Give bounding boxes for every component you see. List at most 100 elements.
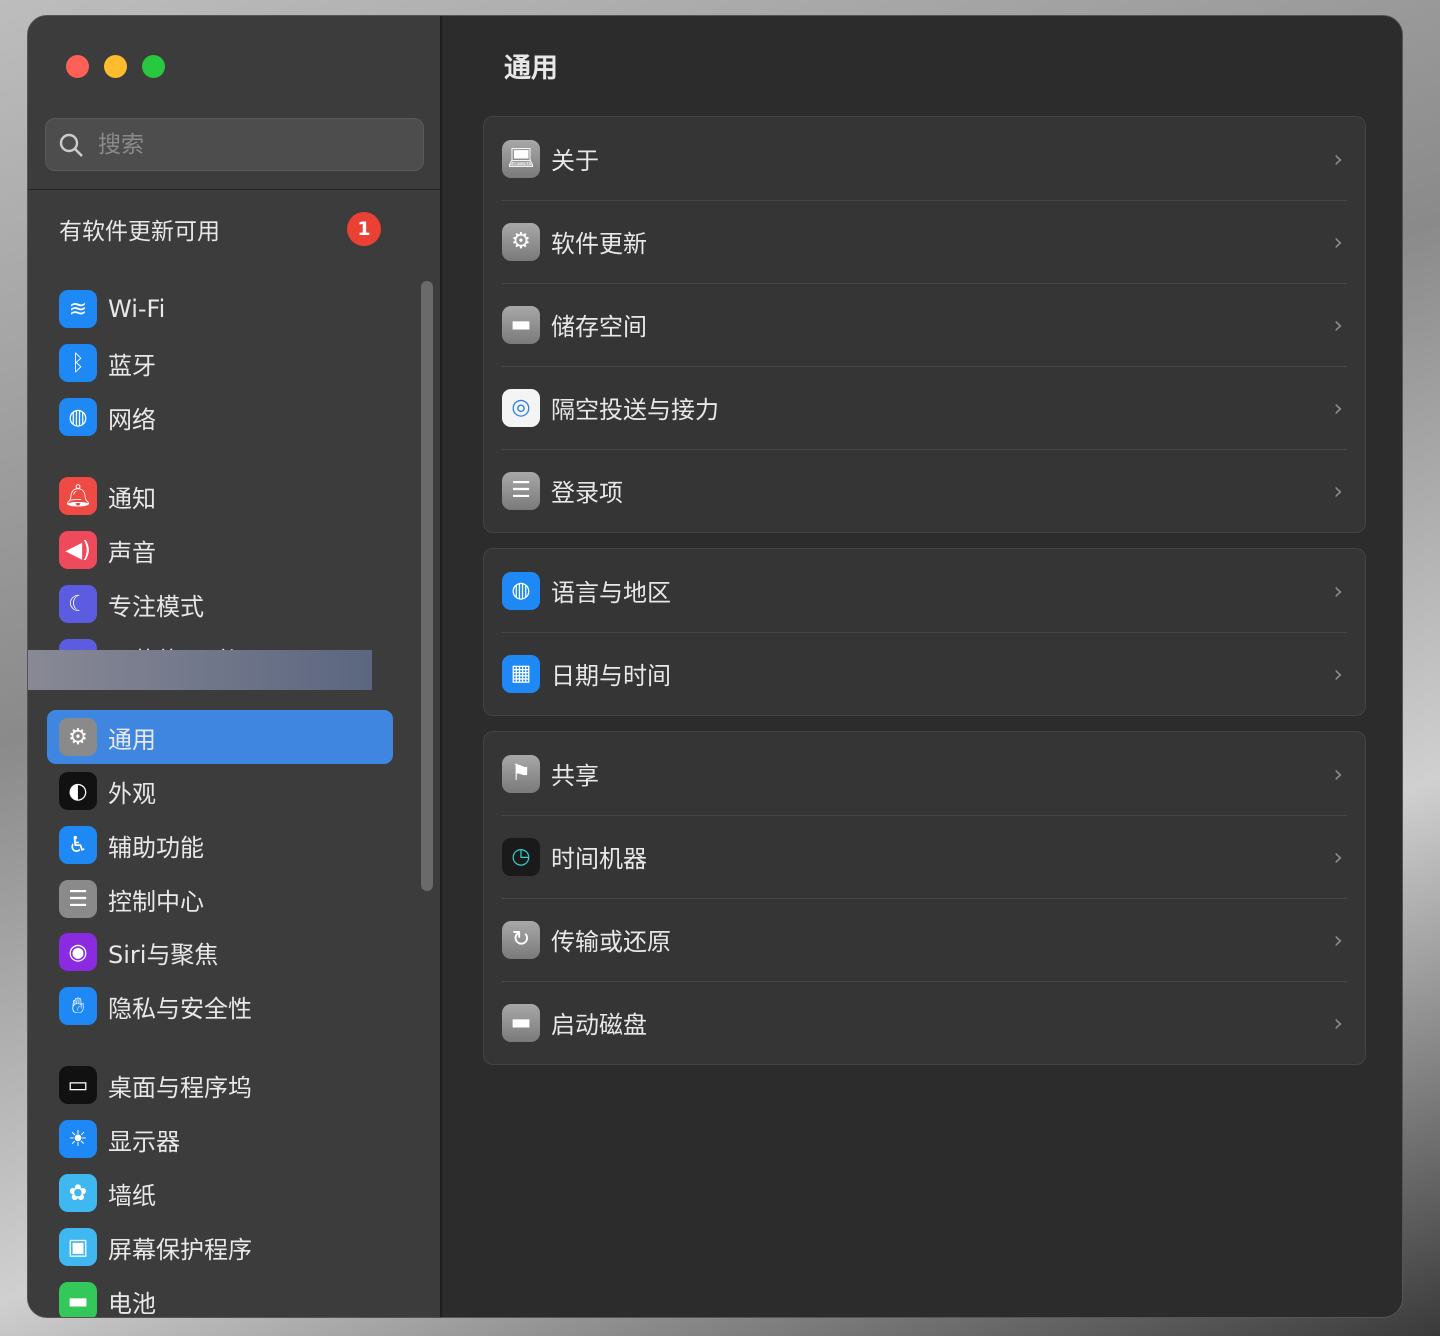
sidebar-item-label: 通知	[108, 479, 156, 514]
sidebar-item[interactable]: ≋ Wi-Fi	[47, 282, 393, 336]
sidebar-item-label: Wi-Fi	[108, 295, 165, 323]
sidebar-item[interactable]: ☾ 专注模式	[47, 577, 393, 631]
update-count-badge: 1	[347, 212, 381, 246]
sidebar-item[interactable]: ✿墙纸	[47, 1166, 393, 1220]
row-label: 时间机器	[551, 839, 647, 874]
obscured-overlay	[27, 650, 372, 690]
globe-icon: ◍	[59, 398, 97, 436]
sidebar-item-label: 显示器	[108, 1122, 180, 1157]
chevron-right-icon: ›	[1333, 477, 1343, 505]
software-update-banner[interactable]: 有软件更新可用 1	[59, 212, 381, 246]
chevron-right-icon: ›	[1333, 843, 1343, 871]
row-label: 隔空投送与接力	[551, 390, 719, 425]
update-label: 有软件更新可用	[59, 212, 220, 246]
sidebar-item[interactable]: ✋︎隐私与安全性	[47, 979, 393, 1033]
sidebar-item[interactable]: ▭桌面与程序坞	[47, 1058, 393, 1112]
minimize-button[interactable]	[104, 55, 127, 78]
row-label: 登录项	[551, 473, 623, 508]
screensaver-icon: ▣	[59, 1228, 97, 1266]
sidebar-item-label: 声音	[108, 533, 156, 568]
sidebar: 有软件更新可用 1 ≋Wi-Fiᛒ蓝牙◍网络🔔︎通知◀)声音☾专注模式⧗屏幕使用…	[28, 16, 442, 1317]
sidebar-item[interactable]: ▣ 屏幕保护程序	[47, 1220, 393, 1274]
speaker-icon: ◀)	[59, 531, 97, 569]
storage-icon: ▬	[502, 306, 540, 344]
restore-icon: ↻	[502, 921, 540, 959]
sidebar-item-label: 电池	[108, 1284, 156, 1319]
software-update-icon: ⚙	[502, 223, 540, 261]
search-input[interactable]	[98, 132, 398, 158]
row-label: 软件更新	[551, 224, 647, 259]
brightness-icon: ☀	[59, 1120, 97, 1158]
chevron-right-icon: ›	[1333, 760, 1343, 788]
sidebar-scrollbar[interactable]	[421, 281, 433, 891]
sidebar-item[interactable]: ᛒ蓝牙	[47, 336, 393, 390]
sidebar-item-label: 控制中心	[108, 882, 204, 917]
sidebar-item[interactable]: ◍ 网络	[47, 390, 393, 444]
sidebar-item[interactable]: ▬ 电池	[47, 1274, 393, 1318]
siri-icon: ◉	[59, 933, 97, 971]
settings-group: 💻︎关于›⚙软件更新›▬储存空间›◎隔空投送与接力›☰登录项›	[483, 116, 1366, 533]
moon-icon: ☾	[59, 585, 97, 623]
sidebar-item[interactable]: ⚙ 通用	[47, 710, 393, 764]
hand-icon: ✋︎	[59, 987, 97, 1025]
battery-icon: ▬	[59, 1282, 97, 1318]
sidebar-item-label: 辅助功能	[108, 828, 204, 863]
row-label: 关于	[551, 141, 599, 176]
sidebar-item[interactable]: 🔔︎ 通知	[47, 469, 393, 523]
settings-row[interactable]: ☰ 登录项 ›	[484, 449, 1365, 532]
list-icon: ☰	[502, 472, 540, 510]
chevron-right-icon: ›	[1333, 145, 1343, 173]
wifi-icon: ≋	[59, 290, 97, 328]
toggles-icon: ☰	[59, 880, 97, 918]
settings-row[interactable]: ◷ 时间机器 ›	[484, 815, 1365, 898]
laptop-icon: 💻︎	[502, 140, 540, 178]
bell-icon: 🔔︎	[59, 477, 97, 515]
chevron-right-icon: ›	[1333, 926, 1343, 954]
chevron-right-icon: ›	[1333, 394, 1343, 422]
startup-disk-icon: ▬	[502, 1004, 540, 1042]
sidebar-item[interactable]: ♿︎ 辅助功能	[47, 818, 393, 872]
sidebar-item[interactable]: ◐外观	[47, 764, 393, 818]
row-label: 语言与地区	[551, 573, 671, 608]
settings-row[interactable]: ⚙ 软件更新 ›	[484, 200, 1365, 283]
chevron-right-icon: ›	[1333, 660, 1343, 688]
sidebar-item[interactable]: ☰ 控制中心	[47, 872, 393, 926]
appearance-icon: ◐	[59, 772, 97, 810]
row-label: 共享	[551, 756, 599, 791]
search-icon	[58, 132, 84, 158]
divider	[28, 189, 442, 190]
close-button[interactable]	[66, 55, 89, 78]
sidebar-item-label: 蓝牙	[108, 346, 156, 381]
settings-row[interactable]: ▬储存空间›	[484, 283, 1365, 366]
settings-row[interactable]: 💻︎ 关于 ›	[484, 117, 1365, 200]
settings-row[interactable]: ▦日期与时间›	[484, 632, 1365, 715]
settings-row[interactable]: ↻传输或还原›	[484, 898, 1365, 981]
settings-window: 有软件更新可用 1 ≋Wi-Fiᛒ蓝牙◍网络🔔︎通知◀)声音☾专注模式⧗屏幕使用…	[27, 15, 1403, 1318]
accessibility-icon: ♿︎	[59, 826, 97, 864]
sidebar-item[interactable]: ◀) 声音	[47, 523, 393, 577]
sidebar-item[interactable]: ◉Siri与聚焦	[47, 925, 393, 979]
sidebar-item[interactable]: ☀ 显示器	[47, 1112, 393, 1166]
settings-row[interactable]: ▬启动磁盘›	[484, 981, 1365, 1064]
row-label: 日期与时间	[551, 656, 671, 691]
window-controls	[66, 55, 165, 78]
sidebar-item-label: 专注模式	[108, 587, 204, 622]
sidebar-item-label: 网络	[108, 400, 156, 435]
settings-row[interactable]: ◍ 语言与地区 ›	[484, 549, 1365, 632]
main-pane: 通用 💻︎关于›⚙软件更新›▬储存空间›◎隔空投送与接力›☰登录项›◍语言与地区…	[444, 16, 1402, 1317]
row-label: 启动磁盘	[551, 1005, 647, 1040]
time-machine-icon: ◷	[502, 838, 540, 876]
sidebar-item-label: 通用	[108, 720, 156, 755]
sidebar-item-label: 屏幕保护程序	[108, 1230, 252, 1265]
settings-group: ◍语言与地区›▦日期与时间›	[483, 548, 1366, 716]
globe-icon: ◍	[502, 572, 540, 610]
settings-row[interactable]: ⚑共享›	[484, 732, 1365, 815]
sidebar-item-label: 桌面与程序坞	[108, 1068, 252, 1103]
zoom-button[interactable]	[142, 55, 165, 78]
chevron-right-icon: ›	[1333, 228, 1343, 256]
search-field[interactable]	[45, 118, 424, 171]
gear-icon: ⚙	[59, 718, 97, 756]
sidebar-item-label: 墙纸	[108, 1176, 156, 1211]
chevron-right-icon: ›	[1333, 577, 1343, 605]
settings-row[interactable]: ◎隔空投送与接力›	[484, 366, 1365, 449]
